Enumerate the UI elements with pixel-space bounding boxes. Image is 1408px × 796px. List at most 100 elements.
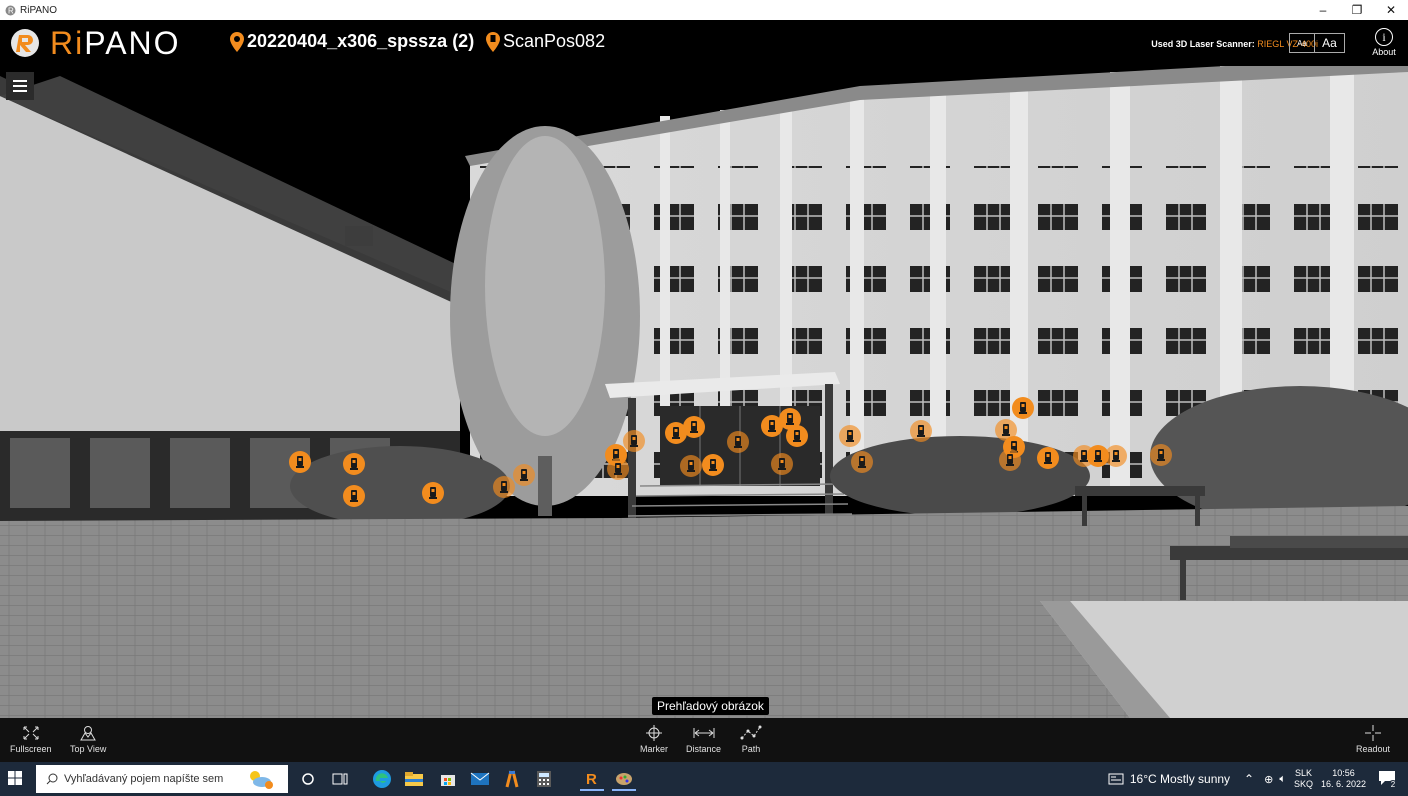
scan-position-marker[interactable] [493,476,515,498]
news-icon[interactable] [1108,773,1124,785]
font-small-button[interactable]: Aa [1289,33,1315,53]
menu-button[interactable] [6,72,34,100]
notification-center-button[interactable]: 2 [1378,770,1398,790]
marker-label: Marker [640,744,669,754]
ripano-taskbar-icon[interactable]: R [580,767,604,791]
distance-button[interactable]: Distance [686,724,721,754]
scan-position-marker[interactable] [786,425,808,447]
project-selector[interactable]: 20220404_x306_spssza (2) [230,31,474,52]
scan-position-marker[interactable] [1037,447,1059,469]
path-button[interactable]: Path [740,724,762,754]
scan-position-marker[interactable] [422,482,444,504]
scanner-position-icon [917,425,925,437]
scanner-position-icon [630,435,638,447]
font-size-controls: Aa Aa [1289,33,1345,53]
fullscreen-label: Fullscreen [10,744,52,754]
scan-position-marker[interactable] [343,485,365,507]
windows-logo-icon [8,771,22,785]
weather-widget-icon [250,771,274,789]
scanner-position-icon [1019,402,1027,414]
scanner-position-icon [1002,424,1010,436]
scan-position-marker[interactable] [513,464,535,486]
top-view-icon [80,726,97,741]
svg-text:R: R [586,771,597,787]
clock[interactable]: 10:56 16. 6. 2022 [1321,768,1366,790]
language-indicator[interactable]: SLK SKQ [1294,768,1313,790]
scan-position-marker[interactable] [683,416,705,438]
ripano-logo: RiPANO [10,24,181,61]
network-icon[interactable]: ⊕ [1264,773,1273,786]
python-app-icon[interactable] [500,767,524,791]
system-tray: 16°C Mostly sunny ⌃ ⊕ 🔈︎ SLK SKQ 10:56 1… [1108,762,1408,796]
search-icon [46,773,58,785]
scanpos-name: ScanPos082 [503,31,606,51]
fullscreen-button[interactable]: Fullscreen [10,724,52,754]
clock-time: 10:56 [1332,768,1355,778]
app-icon: R [4,4,16,16]
windows-taskbar: Vyhľadávaný pojem napíšte sem R 16°C Mos… [0,762,1408,796]
scanner-position-icon [768,420,776,432]
minimize-button[interactable]: – [1306,0,1340,20]
overview-tooltip: Prehľadový obrázok [652,697,769,715]
scanner-position-icon [778,458,786,470]
logo-text-ri: Ri [50,24,85,61]
search-placeholder: Vyhľadávaný pojem napíšte sem [64,773,224,785]
scanner-position-icon [858,456,866,468]
scanner-position-icon [1044,452,1052,464]
top-view-label: Top View [70,744,107,754]
readout-label: Readout [1356,744,1391,754]
scanner-pin-icon [486,31,500,52]
scan-position-marker[interactable] [1105,445,1127,467]
store-icon[interactable] [436,767,460,791]
scan-position-marker[interactable] [702,454,724,476]
scan-position-marker[interactable] [771,453,793,475]
mail-icon[interactable] [468,767,492,791]
calculator-icon[interactable] [532,767,556,791]
scanner-position-icon [350,458,358,470]
panorama-viewport[interactable]: Prehľadový obrázok [0,66,1408,718]
scan-position-marker[interactable] [607,458,629,480]
scan-position-marker[interactable] [851,451,873,473]
fullscreen-icon [23,726,39,740]
marker-button[interactable]: Marker [640,724,668,754]
task-view-icon[interactable] [328,767,352,791]
scanner-position-icon [690,421,698,433]
cortana-icon[interactable] [296,767,320,791]
readout-button[interactable]: Readout [1356,724,1390,754]
weather-text[interactable]: 16°C Mostly sunny [1130,772,1230,786]
scanner-position-icon [672,427,680,439]
taskbar-search-box[interactable]: Vyhľadávaný pojem napíšte sem [36,765,288,793]
scanner-position-icon [520,469,528,481]
maximize-button[interactable]: ❐ [1340,0,1374,20]
chevron-up-icon[interactable]: ⌃ [1244,772,1254,786]
scan-position-marker[interactable] [999,449,1021,471]
edge-browser-icon[interactable] [370,767,394,791]
scan-position-marker[interactable] [680,455,702,477]
about-button[interactable]: i About [1364,28,1404,57]
file-explorer-icon[interactable] [402,767,426,791]
notification-count: 2 [1388,780,1398,790]
scan-position-marker[interactable] [623,430,645,452]
close-button[interactable]: ✕ [1374,0,1408,20]
path-icon [740,725,762,740]
top-view-button[interactable]: Top View [70,724,106,754]
scan-position-marker[interactable] [727,431,749,453]
start-button[interactable] [8,771,22,790]
path-label: Path [741,744,761,754]
paint-app-icon[interactable] [612,767,636,791]
scan-position-marker[interactable] [289,451,311,473]
font-large-button[interactable]: Aa [1315,33,1345,53]
logo-text-pano: PANO [84,24,181,61]
volume-icon[interactable]: 🔈︎ [1279,773,1286,786]
scan-position-marker[interactable] [910,420,932,442]
scan-position-marker[interactable] [1150,444,1172,466]
scanner-position-icon [709,459,717,471]
scan-position-marker[interactable] [839,425,861,447]
language-top: SLK [1294,768,1312,778]
scan-position-marker[interactable] [343,453,365,475]
scanner-position-icon [687,460,695,472]
scanner-position-icon [734,436,742,448]
scanpos-selector[interactable]: ScanPos082 [486,31,605,52]
scan-position-marker[interactable] [1012,397,1034,419]
scanner-position-icon [1094,450,1102,462]
